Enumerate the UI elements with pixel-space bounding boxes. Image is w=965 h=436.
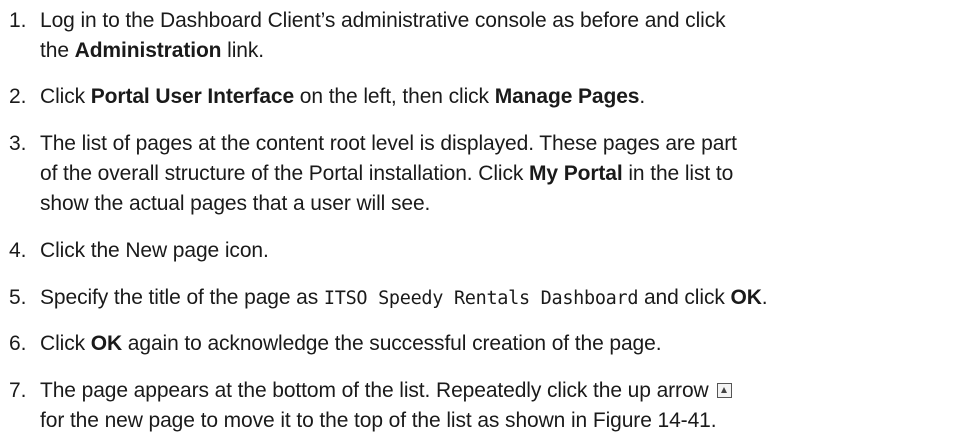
- ui-term: My Portal: [529, 162, 623, 185]
- step-1: 1. Log in to the Dashboard Client’s admi…: [9, 6, 959, 66]
- step-number: 2.: [9, 85, 27, 108]
- step-text: Specify the title of the page as ITSO Sp…: [40, 286, 768, 309]
- step-text: The page appears at the bottom of the li…: [40, 376, 959, 436]
- step-4: 4. Click the New page icon.: [9, 236, 959, 266]
- step-text: Log in to the Dashboard Client’s adminis…: [40, 9, 726, 62]
- ui-term: Portal User Interface: [90, 85, 295, 108]
- up-arrow-icon: [717, 383, 733, 398]
- step-number: 3.: [9, 132, 27, 155]
- ui-term: Administration: [74, 39, 222, 62]
- step-number: 6.: [9, 332, 27, 355]
- step-text: Click the New page icon.: [40, 239, 269, 262]
- step-text: Click Portal User Interface on the left,…: [40, 85, 646, 108]
- step-number: 1.: [9, 9, 27, 32]
- step-number: 4.: [9, 239, 27, 262]
- step-2: 2. Click Portal User Interface on the le…: [9, 82, 959, 112]
- ui-term: OK: [730, 286, 762, 309]
- step-7: 7. The page appears at the bottom of the…: [9, 376, 959, 436]
- step-number: 5.: [9, 286, 27, 309]
- step-number: 7.: [9, 379, 27, 402]
- ui-term: OK: [90, 332, 123, 355]
- code-literal: ITSO Speedy Rentals Dashboard: [323, 288, 639, 309]
- step-text: Click OK again to acknowledge the succes…: [40, 332, 662, 355]
- step-3: 3. The list of pages at the content root…: [9, 129, 959, 219]
- step-text: The list of pages at the content root le…: [40, 132, 737, 215]
- ui-term: Manage Pages: [494, 85, 640, 108]
- step-5: 5. Specify the title of the page as ITSO…: [9, 283, 959, 314]
- document-page: 1. Log in to the Dashboard Client’s admi…: [0, 0, 965, 432]
- step-6: 6. Click OK again to acknowledge the suc…: [9, 329, 959, 359]
